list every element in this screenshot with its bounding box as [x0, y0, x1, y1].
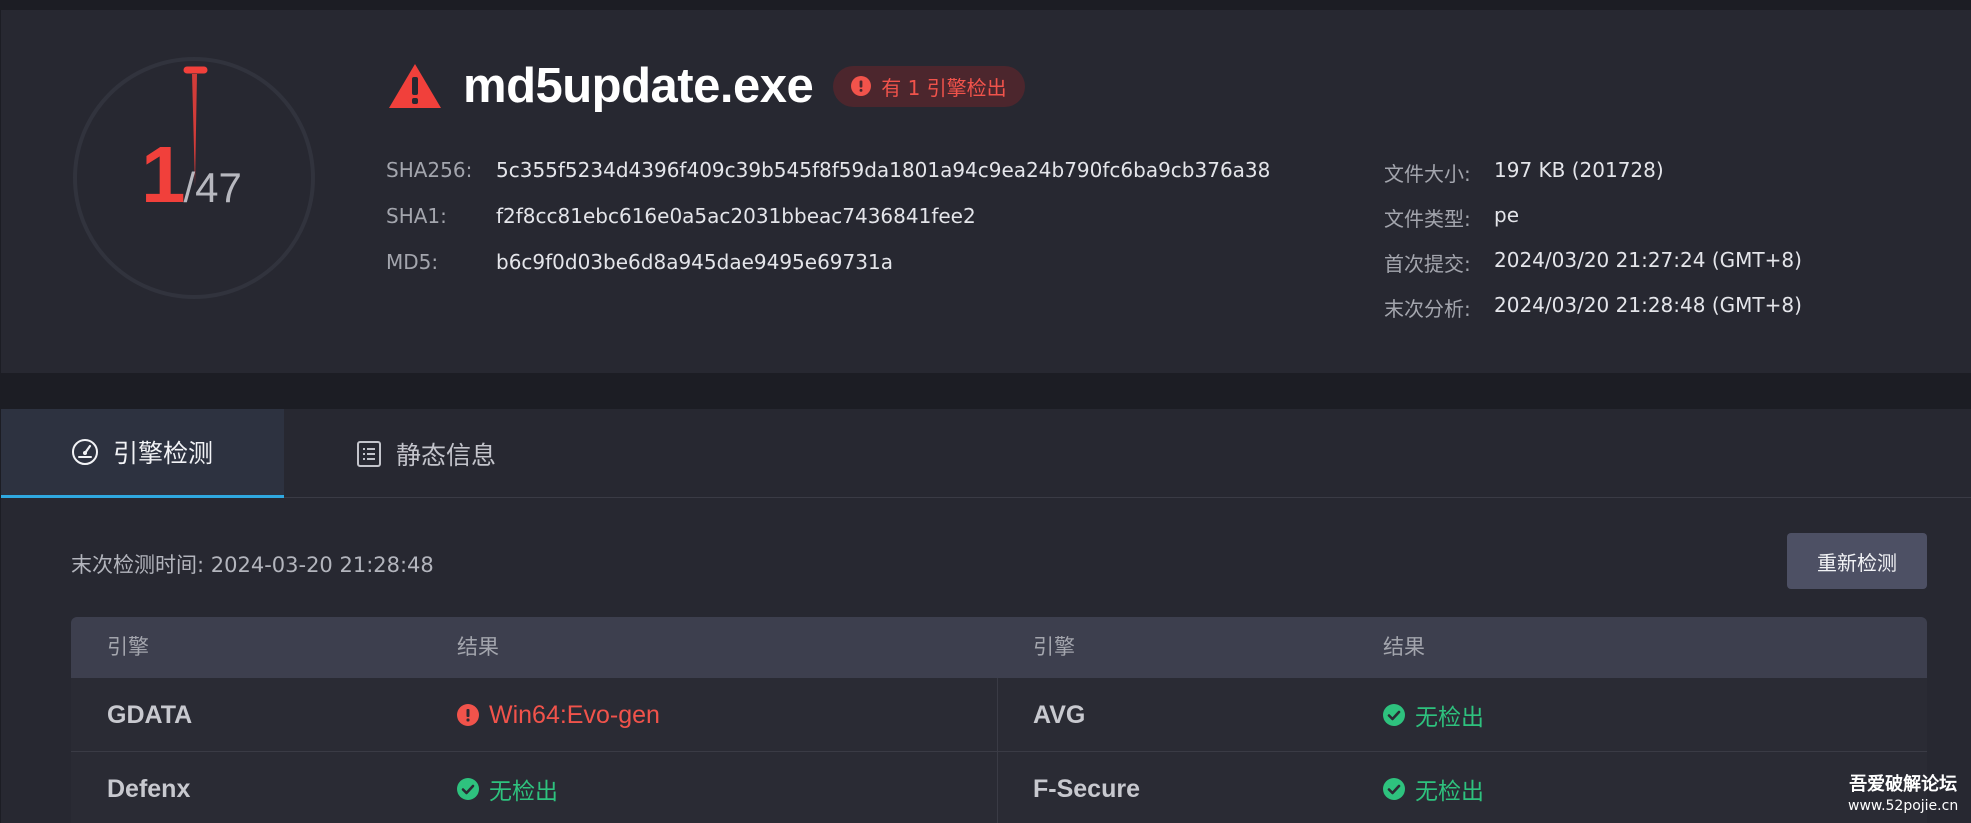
- engine-name: GDATA: [107, 700, 193, 729]
- hash-list: SHA256: 5c355f5234d4396f409c39b545f8f59d…: [386, 158, 1270, 296]
- meta-row-type: 文件类型: pe: [1384, 203, 1802, 248]
- table-header: 引擎 结果 引擎 结果: [71, 617, 1927, 678]
- hash-label: MD5:: [386, 250, 439, 274]
- detection-badge: 有 1 引擎检出: [833, 65, 1025, 107]
- warning-icon: [389, 64, 441, 108]
- table-row: Defenx 无检出 F-Secure 无检出: [71, 752, 1927, 823]
- engine-name: Defenx: [107, 774, 191, 803]
- hash-row-sha1: SHA1: f2f8cc81ebc616e0a5ac2031bbeac74368…: [386, 204, 1270, 250]
- alert-circle-icon: [851, 76, 872, 96]
- file-title-row: md5update.exe 有 1 引擎检出: [387, 58, 1025, 114]
- tab-static-info[interactable]: 静态信息: [356, 409, 496, 498]
- tab-label: 静态信息: [396, 440, 497, 470]
- check-circle-icon: [1383, 704, 1405, 726]
- meta-row-last-analysis: 末次分析: 2024/03/20 21:28:48 (GMT+8): [1384, 293, 1802, 338]
- check-circle-icon: [457, 778, 479, 800]
- rescan-button[interactable]: 重新检测: [1787, 533, 1927, 589]
- engine-result: 无检出: [1383, 752, 1484, 823]
- engine-results-table: 引擎 结果 引擎 结果 GDATA Win64:Evo-gen AVG 无检出 …: [71, 617, 1927, 823]
- meta-row-first-submit: 首次提交: 2024/03/20 21:27:24 (GMT+8): [1384, 248, 1802, 293]
- engine-total: /47: [183, 164, 242, 211]
- tab-engine-detection[interactable]: 引擎检测: [1, 409, 284, 498]
- check-circle-icon: [1383, 778, 1405, 800]
- column-divider: [997, 678, 998, 823]
- engine-name: F-Secure: [1033, 774, 1140, 803]
- file-meta-list: 文件大小: 197 KB (201728) 文件类型: pe 首次提交: 202…: [1384, 158, 1802, 338]
- hash-label: SHA1:: [386, 204, 447, 228]
- forum-watermark: 吾爱破解论坛 www.52pojie.cn: [1848, 773, 1958, 815]
- meta-value: 2024/03/20 21:27:24 (GMT+8): [1494, 248, 1802, 272]
- watermark-url: www.52pojie.cn: [1848, 798, 1959, 814]
- engine-result: Win64:Evo-gen: [457, 678, 660, 752]
- meta-value: 2024/03/20 21:28:48 (GMT+8): [1494, 293, 1802, 317]
- header-result-right: 结果: [1383, 635, 1425, 659]
- last-scan-time: 末次检测时间: 2024-03-20 21:28:48: [71, 553, 434, 577]
- detection-badge-text: 有 1 引擎检出: [881, 75, 1007, 100]
- meta-label: 文件类型:: [1384, 207, 1471, 231]
- meta-value: 197 KB (201728): [1494, 158, 1664, 182]
- meta-label: 首次提交:: [1384, 252, 1471, 276]
- engine-result: 无检出: [1383, 678, 1484, 752]
- engine-name: AVG: [1033, 700, 1086, 729]
- top-strip: [0, 0, 1971, 10]
- meta-label: 末次分析:: [1384, 297, 1471, 321]
- document-list-icon: [357, 440, 381, 467]
- file-name: md5update.exe: [463, 59, 814, 113]
- file-summary-panel: 1/47 md5update.exe 有 1 引擎检出 SHA256: 5c35…: [1, 10, 1971, 373]
- hash-value[interactable]: b6c9f0d03be6d8a945dae9495e69731a: [496, 250, 893, 274]
- hash-label: SHA256:: [386, 158, 473, 182]
- table-row: GDATA Win64:Evo-gen AVG 无检出: [71, 678, 1927, 752]
- meta-label: 文件大小:: [1384, 162, 1471, 186]
- hash-row-md5: MD5: b6c9f0d03be6d8a945dae9495e69731a: [386, 250, 1270, 296]
- detection-count: 1: [141, 130, 185, 219]
- detection-score: 1/47: [141, 135, 261, 225]
- header-result-left: 结果: [457, 635, 499, 659]
- result-text: 无检出: [1415, 705, 1484, 731]
- gauge-icon: [72, 439, 98, 465]
- result-text: Win64:Evo-gen: [489, 700, 660, 729]
- result-text: 无检出: [1415, 779, 1484, 805]
- alert-circle-icon: [457, 704, 479, 726]
- engine-result: 无检出: [457, 752, 558, 823]
- hash-row-sha256: SHA256: 5c355f5234d4396f409c39b545f8f59d…: [386, 158, 1270, 204]
- result-text: 无检出: [489, 779, 558, 805]
- header-engine-left: 引擎: [107, 635, 149, 659]
- hash-value[interactable]: 5c355f5234d4396f409c39b545f8f59da1801a94…: [496, 158, 1270, 182]
- tab-bar: 引擎检测 静态信息: [1, 409, 1971, 498]
- hash-value[interactable]: f2f8cc81ebc616e0a5ac2031bbeac7436841fee2: [496, 204, 976, 228]
- meta-row-size: 文件大小: 197 KB (201728): [1384, 158, 1802, 203]
- tab-label: 引擎检测: [113, 439, 214, 468]
- detection-detail-panel: 引擎检测 静态信息 末次检测时间: 2024-03-20 21:28:48 重新…: [1, 409, 1971, 823]
- header-engine-right: 引擎: [1033, 635, 1075, 659]
- meta-value: pe: [1494, 203, 1519, 227]
- watermark-title: 吾爱破解论坛: [1849, 774, 1958, 795]
